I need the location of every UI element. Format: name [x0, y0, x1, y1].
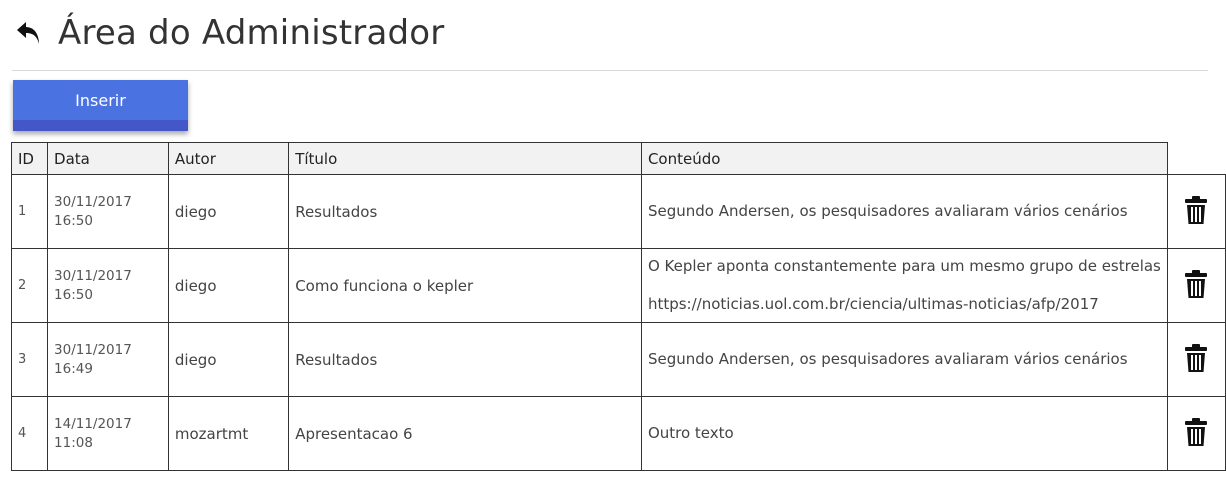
trash-icon[interactable]: [1184, 343, 1208, 373]
row-date: 30/11/2017 16:50: [47, 248, 169, 323]
row-author-text: diego: [174, 276, 217, 295]
table-row: 4 14/11/2017 11:08 mozartmt Apresentacao…: [10, 396, 1226, 471]
insert-button[interactable]: Inserir: [13, 80, 188, 131]
row-id: 3: [10, 322, 49, 397]
page-header: Área do Administrador: [14, 8, 444, 58]
row-content-line: Segundo Andersen, os pesquisadores avali…: [647, 202, 1128, 220]
row-content-line: Segundo Andersen, os pesquisadores avali…: [647, 350, 1128, 368]
table-row: 3 30/11/2017 16:49 diego Resultados Segu…: [10, 322, 1226, 397]
row-author: mozartmt: [167, 396, 290, 471]
row-actions: [1166, 396, 1226, 471]
row-content: Segundo Andersen, os pesquisadores avali…: [640, 322, 1168, 397]
row-title-text: Apresentacao 6: [295, 424, 413, 443]
row-date-time: 16:50: [54, 286, 93, 303]
page-title: Área do Administrador: [58, 13, 445, 53]
row-date-day: 30/11/2017: [54, 193, 132, 210]
column-header-author: Autor: [167, 142, 290, 175]
column-header-id: ID: [10, 142, 49, 175]
row-title-text: Resultados: [295, 202, 378, 221]
row-author-text: diego: [174, 350, 217, 369]
posts-table: ID Data Autor Título Conteúdo 1 30/11/20…: [10, 142, 1226, 471]
insert-button-label: Inserir: [13, 80, 188, 120]
row-title: Resultados: [288, 322, 642, 397]
row-date-time: 16:50: [54, 212, 93, 229]
row-content-line: Outro texto: [647, 424, 734, 442]
row-title: Apresentacao 6: [288, 396, 642, 471]
trash-icon[interactable]: [1184, 417, 1208, 447]
row-id: 1: [10, 174, 49, 249]
column-header-title: Título: [288, 142, 642, 175]
row-actions: [1166, 322, 1226, 397]
trash-icon[interactable]: [1184, 195, 1208, 225]
row-title-text: Como funciona o kepler: [295, 276, 474, 295]
row-id: 4: [10, 396, 49, 471]
undo-arrow-icon[interactable]: [14, 16, 48, 50]
row-author-text: diego: [174, 202, 217, 221]
table-header-row: ID Data Autor Título Conteúdo: [10, 142, 1226, 175]
column-header-content: Conteúdo: [640, 142, 1168, 175]
row-author: diego: [167, 248, 290, 323]
row-author: diego: [167, 174, 290, 249]
row-author: diego: [167, 322, 290, 397]
header-divider: [12, 70, 1208, 71]
trash-icon[interactable]: [1184, 269, 1208, 299]
row-content: O Kepler aponta constantemente para um m…: [640, 248, 1168, 323]
table-row: 1 30/11/2017 16:50 diego Resultados Segu…: [10, 174, 1226, 249]
column-header-date: Data: [47, 142, 169, 175]
row-content: Outro texto: [640, 396, 1168, 471]
row-actions: [1166, 248, 1226, 323]
row-title: Resultados: [288, 174, 642, 249]
column-header-actions: [1167, 142, 1226, 175]
row-date-time: 16:49: [54, 360, 93, 377]
row-id: 2: [10, 248, 49, 323]
row-content-line: O Kepler aponta constantemente para um m…: [647, 257, 1161, 275]
row-content-line: https://noticias.uol.com.br/ciencia/ulti…: [647, 295, 1099, 313]
row-actions: [1166, 174, 1226, 249]
row-date: 30/11/2017 16:50: [47, 174, 169, 249]
row-author-text: mozartmt: [174, 424, 249, 443]
row-date-day: 30/11/2017: [54, 267, 132, 284]
table-row: 2 30/11/2017 16:50 diego Como funciona o…: [10, 248, 1226, 323]
row-content: Segundo Andersen, os pesquisadores avali…: [640, 174, 1168, 249]
row-date: 14/11/2017 11:08: [47, 396, 169, 471]
row-date-day: 14/11/2017: [54, 415, 132, 432]
row-date: 30/11/2017 16:49: [47, 322, 169, 397]
row-date-time: 11:08: [54, 434, 93, 451]
row-date-day: 30/11/2017: [54, 341, 132, 358]
row-title-text: Resultados: [295, 350, 378, 369]
row-title: Como funciona o kepler: [288, 248, 642, 323]
